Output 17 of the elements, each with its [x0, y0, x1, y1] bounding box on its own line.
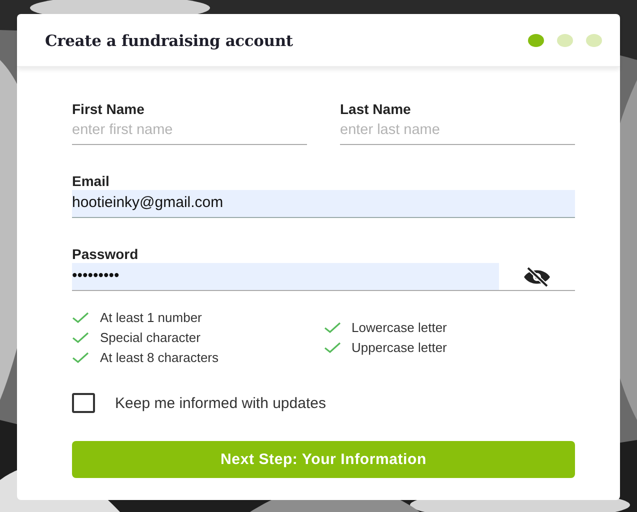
requirement-text: Uppercase letter — [352, 340, 447, 354]
checkbox-label: Keep me informed with updates — [115, 394, 326, 412]
field-label: First Name — [72, 101, 146, 118]
field-label: Email — [72, 173, 110, 190]
input-field[interactable]: enter last name — [340, 118, 575, 145]
field-label: Password — [72, 246, 140, 263]
requirement-text: At least 8 characters — [100, 350, 218, 364]
requirement-text: Lowercase letter — [352, 320, 447, 334]
form-title: Create a fundraising account — [45, 30, 293, 50]
email-field[interactable]: hootieinky@gmail.com — [72, 190, 575, 218]
password-field[interactable]: ••••••••• — [72, 263, 499, 290]
checkbox[interactable] — [72, 393, 95, 413]
requirement-text: Special character — [100, 330, 200, 344]
input-field[interactable]: enter first name — [72, 118, 307, 145]
field-label: Last Name — [340, 101, 412, 118]
eye-slash-icon — [523, 266, 551, 286]
requirement-text: At least 1 number — [100, 310, 202, 324]
